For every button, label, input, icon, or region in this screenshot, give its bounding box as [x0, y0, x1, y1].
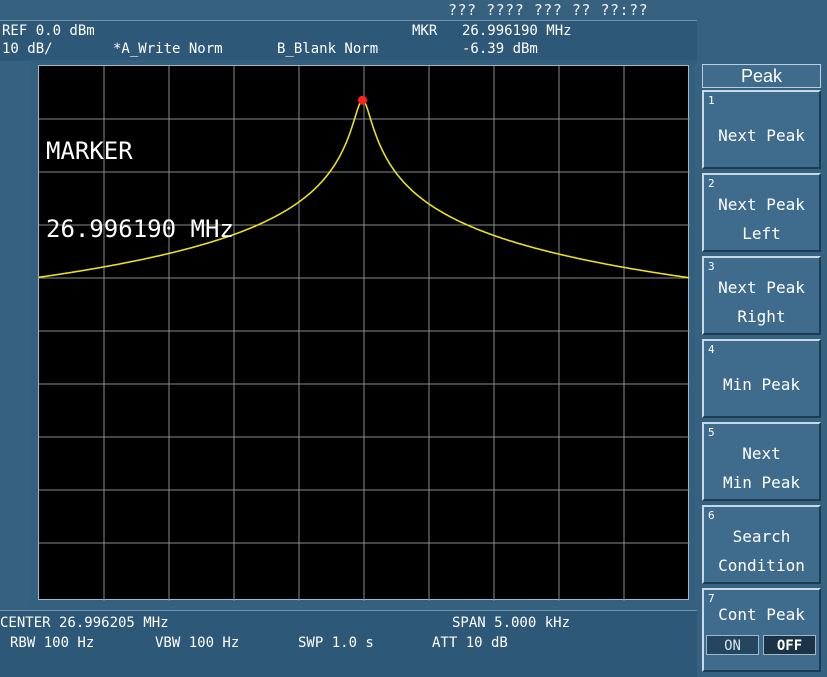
softkey-label-line2: Condition: [718, 555, 805, 575]
softkey-label-line2: Right: [737, 306, 786, 326]
scale: 10 dB/: [2, 41, 53, 57]
softkey-next-min-peak[interactable]: 5 Next Min Peak: [702, 422, 821, 501]
softkey-label: Next Peak: [718, 277, 805, 297]
span: SPAN 5.000 kHz: [452, 615, 571, 631]
attenuation: ATT 10 dB: [432, 635, 508, 651]
toggle-off[interactable]: OFF: [763, 635, 816, 655]
rbw: RBW 100 Hz: [10, 635, 95, 651]
status-bar: ??? ???? ??? ?? ??:??: [0, 0, 827, 20]
softkey-min-peak[interactable]: 4 Min Peak: [702, 339, 821, 418]
center-frequency: CENTER 26.996205 MHz: [0, 615, 169, 631]
marker-point: [358, 95, 367, 105]
cont-peak-toggle[interactable]: ON OFF: [706, 635, 816, 657]
softkey-search-condition[interactable]: 6 Search Condition: [702, 505, 821, 584]
measurement-header: REF 0.0 dBm 10 dB/ *A_Write Norm B_Blank…: [0, 20, 697, 61]
softkey-label: Cont Peak: [718, 605, 805, 624]
marker-level: -6.39 dBm: [462, 41, 538, 57]
softkey-label: Next Peak: [718, 194, 805, 214]
softkey-label: Next: [742, 443, 781, 463]
softkey-label-line2: Min Peak: [722, 472, 801, 492]
softkey-label-line2: Left: [742, 223, 781, 243]
marker-frequency-readout: 26.996190 MHz: [46, 215, 234, 243]
softkey-label: Min Peak: [722, 375, 801, 394]
softkey-cont-peak[interactable]: 7 Cont Peak: [702, 588, 821, 672]
softkey-next-peak-left[interactable]: 2 Next Peak Left: [702, 173, 821, 252]
ref-level: REF 0.0 dBm: [2, 23, 95, 39]
softkey-next-peak[interactable]: 1 Next Peak: [702, 90, 821, 169]
sweep-time: SWP 1.0 s: [298, 635, 374, 651]
vbw: VBW 100 Hz: [155, 635, 240, 651]
softkey-next-peak-right[interactable]: 3 Next Peak Right: [702, 256, 821, 335]
softkey-label: Next Peak: [718, 126, 805, 145]
marker-frequency: 26.996190 MHz: [462, 23, 572, 39]
measurement-footer: CENTER 26.996205 MHz SPAN 5.000 kHz RBW …: [0, 610, 697, 677]
softkey-menu-title: Peak: [702, 64, 821, 88]
marker-title: MARKER: [46, 137, 133, 165]
trace-a-mode: *A_Write Norm: [113, 41, 223, 57]
trace-b-mode: B_Blank Norm: [277, 41, 379, 57]
softkey-label: Search: [732, 526, 791, 546]
marker-label: MKR: [412, 23, 438, 39]
marker-readout: MARKER 26.996190 MHz: [46, 86, 234, 268]
datetime: ??? ???? ??? ?? ??:??: [448, 1, 649, 19]
toggle-on[interactable]: ON: [706, 635, 759, 655]
